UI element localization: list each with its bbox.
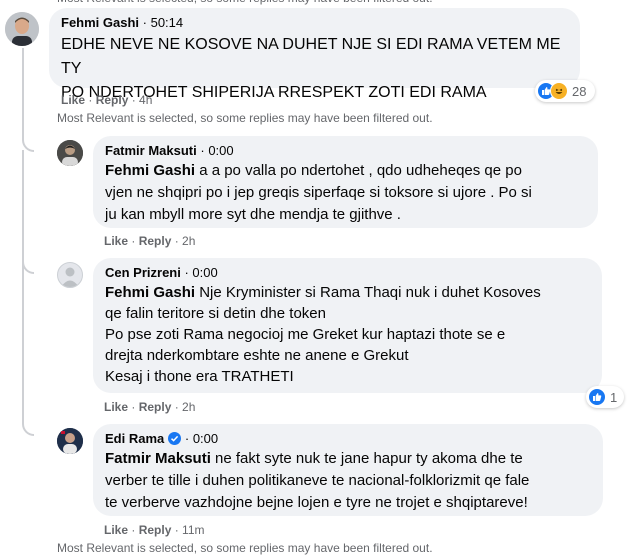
comment-timestamp[interactable]: 50:14 [151,15,184,30]
comment-actions: Like · Reply · 2h [104,400,195,414]
reaction-summary[interactable]: 1 [586,386,624,408]
comment-line-text: Nje Kryminister si Rama Thaqi nuk i duhe… [195,284,541,301]
comment-age[interactable]: 2h [182,400,195,414]
avatar[interactable] [57,428,83,454]
comment-bubble: Fatmir Maksuti · 0:00 Fehmi Gashi a a po… [93,136,598,228]
avatar[interactable] [5,12,39,46]
author-name[interactable]: Fehmi Gashi [61,15,139,30]
comment-author-line: Fehmi Gashi · 50:14 [61,15,568,30]
like-link[interactable]: Like [104,523,128,537]
reaction-summary[interactable]: 28 [535,80,595,102]
comment-bubble: Edi Rama · 0:00 Fatmir Maksuti ne fakt s… [93,424,603,516]
separator: · [196,143,209,158]
comment-age[interactable]: 11m [182,523,204,537]
comment-author-line: Fatmir Maksuti · 0:00 [105,143,586,158]
comment-text: Fatmir Maksuti ne fakt syte nuk te jane … [105,448,591,514]
comment-line: Po pse zoti Rama negocioj me Greket kur … [105,326,506,343]
author-name[interactable]: Cen Prizreni [105,265,181,280]
laughing-face-icon [550,82,568,100]
comment-text: Fehmi Gashi Nje Kryminister si Rama Thaq… [105,282,590,387]
comment-line: EDHE NEVE NE KOSOVE NA DUHET NJE SI EDI … [61,36,561,77]
thread-line [22,150,24,410]
mention-link[interactable]: Fehmi Gashi [105,162,195,179]
mention-link[interactable]: Fatmir Maksuti [105,450,211,467]
comment-line: te verberve vazhdojne bejne lojen e tyre… [105,494,528,511]
reply-link[interactable]: Reply [96,93,129,107]
thread-connector [22,410,34,436]
separator: · [180,265,193,280]
filter-notice: Most Relevant is selected, so some repli… [57,111,433,125]
comment-actions: Like · Reply · 11m [104,523,205,537]
author-name[interactable]: Edi Rama [105,431,164,446]
reaction-count: 1 [610,389,618,405]
comment-author-line: Cen Prizreni · 0:00 [105,265,590,280]
comment-line-text: a a po valla po ndertohet , qdo udheheqe… [195,162,522,179]
reply-link[interactable]: Reply [139,234,172,248]
comment-timestamp[interactable]: 0:00 [208,143,233,158]
like-link[interactable]: Like [104,400,128,414]
separator: · [181,431,193,446]
filter-notice-top: Most Relevant is selected, so some repli… [57,0,433,5]
comment-timestamp[interactable]: 0:00 [192,265,217,280]
dot-separator: · [171,234,183,248]
like-link[interactable]: Like [61,93,85,107]
comment-line: Fatmir Maksuti ne fakt syte nuk te jane … [105,448,591,470]
separator: · [139,15,151,30]
author-name[interactable]: Fatmir Maksuti [105,143,197,158]
dot-separator: · [171,400,183,414]
reaction-count: 28 [572,83,587,99]
avatar[interactable] [57,140,83,166]
reply-link[interactable]: Reply [139,523,172,537]
comment-line: verber te tille i duhen politikaneve te … [105,472,530,489]
reply-link[interactable]: Reply [139,400,172,414]
like-link[interactable]: Like [104,234,128,248]
comment-bubble: Cen Prizreni · 0:00 Fehmi Gashi Nje Krym… [93,258,602,393]
comment-age[interactable]: 2h [182,234,195,248]
comment-line: Fehmi Gashi a a po valla po ndertohet , … [105,160,586,182]
comment-author-line: Edi Rama · 0:00 [105,431,591,446]
thumbs-up-icon [588,388,606,406]
thread-line [22,48,24,128]
comment-line: vjen ne shqipri po i jep greqis siperfaq… [105,184,532,201]
comment-actions: Like · Reply · 4h [61,93,152,107]
comment-line: ju kan mbyll more syt dhe mendja te gjit… [105,206,401,223]
comment-timestamp[interactable]: 0:00 [193,431,218,446]
mention-link[interactable]: Fehmi Gashi [105,284,195,301]
comment-line-text: ne fakt syte nuk te jane hapur ty akoma … [210,450,523,467]
dot-separator: · [128,234,139,248]
comment-actions: Like · Reply · 2h [104,234,195,248]
dot-separator: · [171,523,183,537]
comment-line: Kesaj i thone era TRATHETI [105,368,294,385]
comment-line: drejta nderkombtare eshte ne anene e Gre… [105,347,409,364]
dot-separator: · [128,400,139,414]
comment-bubble: Fehmi Gashi · 50:14 EDHE NEVE NE KOSOVE … [49,8,580,101]
comment-age[interactable]: 4h [139,93,152,107]
thread-connector [22,128,34,152]
dot-separator: · [85,93,96,107]
verified-badge-icon [168,432,182,445]
dot-separator: · [128,93,140,107]
dot-separator: · [128,523,139,537]
comment-line: Fehmi Gashi Nje Kryminister si Rama Thaq… [105,282,590,303]
comment-text: Fehmi Gashi a a po valla po ndertohet , … [105,160,586,226]
comment-line: qe falin teritore si detin dhe token [105,305,326,322]
avatar[interactable] [57,262,83,288]
